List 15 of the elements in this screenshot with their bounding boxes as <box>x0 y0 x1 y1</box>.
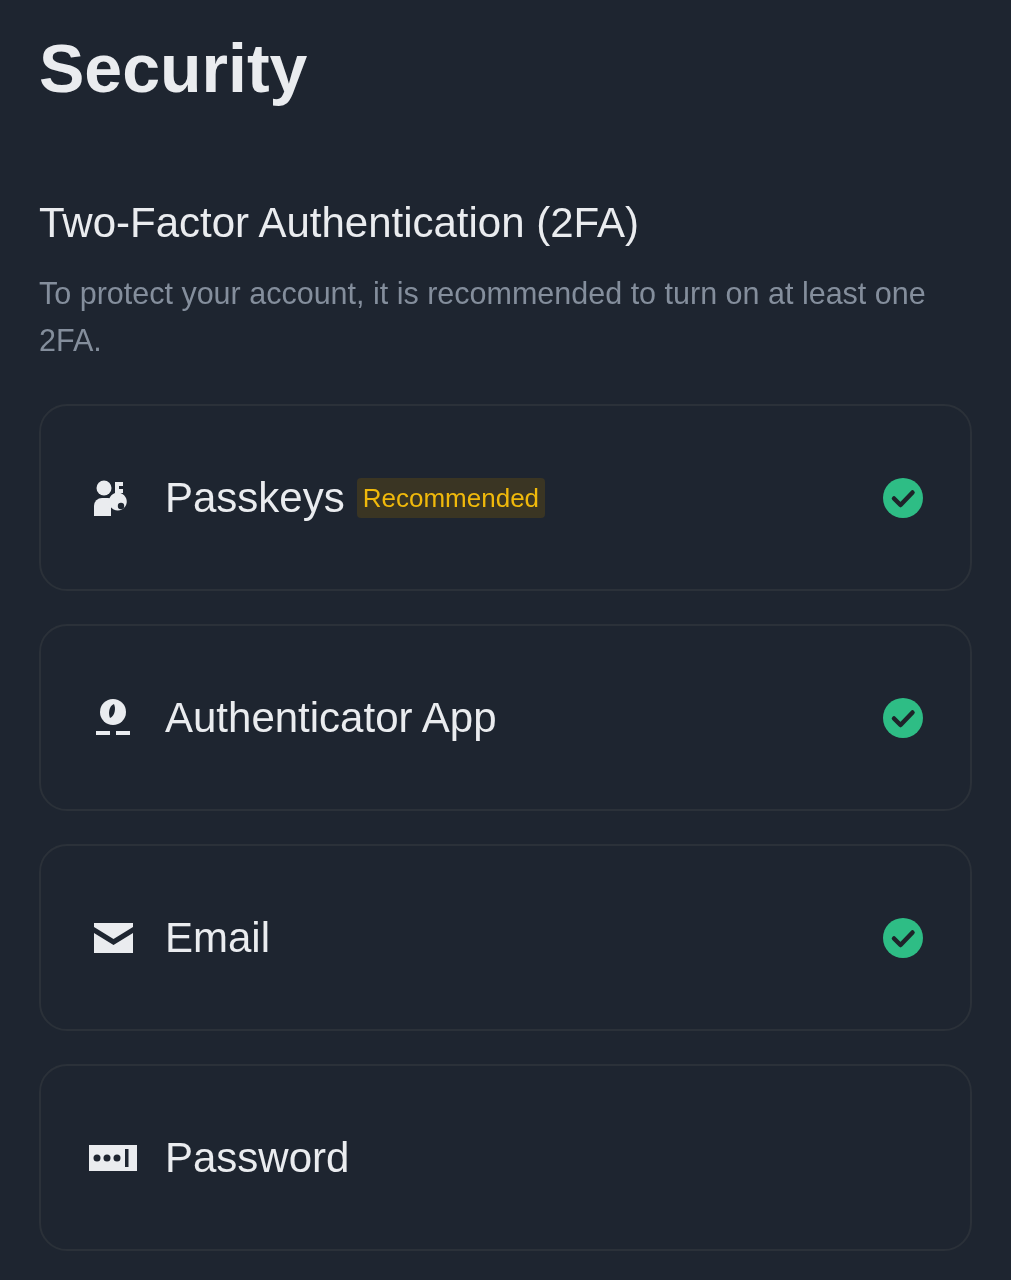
section-description: To protect your account, it is recommended to turn on at least one 2FA. <box>39 275 927 359</box>
authenticator-icon <box>96 698 130 737</box>
method-label: Passkeys <box>165 472 345 523</box>
password-icon <box>89 1144 137 1171</box>
section-heading: Two-Factor Authentication (2FA) <box>39 198 639 248</box>
recommended-badge: Recommended <box>356 477 546 518</box>
security-method-card[interactable]: Email <box>39 844 972 1031</box>
method-label: Authenticator App <box>165 692 497 743</box>
method-label: Password <box>165 1132 350 1183</box>
security-method-card[interactable]: Passkeys Recommended <box>39 404 972 591</box>
method-label: Email <box>165 912 271 963</box>
security-method-card[interactable]: Password <box>39 1064 972 1251</box>
envelope-icon <box>93 922 133 953</box>
page-title: Security <box>39 29 308 108</box>
security-method-card[interactable]: Authenticator App <box>39 624 972 811</box>
